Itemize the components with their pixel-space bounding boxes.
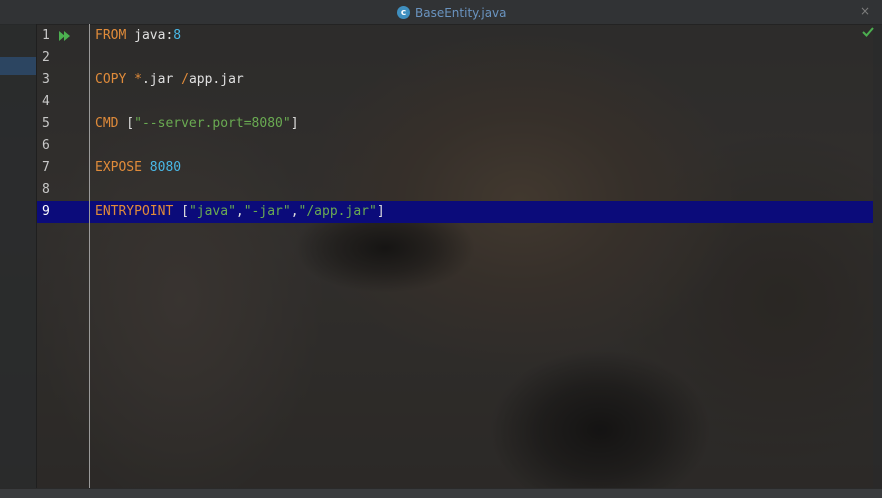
code-token: , [290, 204, 299, 219]
code-token: EXPOSE [95, 160, 142, 175]
line-number: 6 [42, 138, 50, 153]
ide-window: c BaseEntity.java × 1 FROM java:8 2 3 COPY *… [0, 0, 882, 498]
code-line[interactable]: 7 EXPOSE 8080 [37, 157, 873, 179]
code-token: [ [118, 116, 135, 131]
code-text[interactable]: ENTRYPOINT ["java","-jar","/app.jar"] [95, 204, 385, 219]
line-number: 1 [42, 28, 50, 43]
close-icon[interactable]: × [858, 4, 872, 18]
code-text[interactable]: CMD ["--server.port=8080"] [95, 116, 299, 131]
code-line[interactable]: 6 [37, 135, 873, 157]
code-token: java: [126, 28, 174, 43]
code-line[interactable]: 2 [37, 47, 873, 69]
code-token: 8080 [149, 160, 182, 175]
code-token: CMD [95, 116, 119, 131]
code-line[interactable]: 8 [37, 179, 873, 201]
code-line[interactable]: 4 [37, 91, 873, 113]
line-number: 5 [42, 116, 50, 131]
code-token: ] [376, 204, 385, 219]
code-token: .jar [141, 72, 182, 87]
code-token: FROM [95, 28, 127, 43]
tab-baseentity[interactable]: c BaseEntity.java [397, 4, 507, 21]
code-text[interactable]: COPY *.jar /app.jar [95, 72, 244, 87]
code-text[interactable]: FROM java:8 [95, 28, 181, 43]
code-line[interactable]: 1 FROM java:8 [37, 25, 873, 47]
line-number: 4 [42, 94, 50, 109]
code-token: * [134, 72, 142, 87]
code-line[interactable]: 9 ENTRYPOINT ["java","-jar","/app.jar"] [37, 201, 873, 223]
line-number: 7 [42, 160, 50, 175]
code-token: app.jar [188, 72, 244, 87]
code-token: / [181, 72, 189, 87]
project-panel-edge[interactable] [0, 24, 37, 488]
code-token: "--server.port=8080" [134, 116, 291, 131]
tab-title: BaseEntity.java [415, 5, 507, 20]
editor-scrollbar[interactable] [873, 24, 882, 488]
status-bar [0, 488, 882, 498]
code-token: COPY [95, 72, 127, 87]
editor-tab-bar: c BaseEntity.java × [0, 0, 882, 25]
line-number: 8 [42, 182, 50, 197]
code-line[interactable]: 5 CMD ["--server.port=8080"] [37, 113, 873, 135]
code-token: "/app.jar" [298, 204, 377, 219]
line-number: 9 [42, 204, 50, 219]
code-token: "-jar" [243, 204, 291, 219]
code-text[interactable]: EXPOSE 8080 [95, 160, 181, 175]
code-token: [ [173, 204, 189, 219]
code-token: 8 [173, 28, 182, 43]
class-icon: c [397, 6, 410, 19]
code-token: ENTRYPOINT [95, 204, 174, 219]
code-line[interactable]: 3 COPY *.jar /app.jar [37, 69, 873, 91]
project-selected-item[interactable] [0, 57, 36, 75]
run-gutter-icon[interactable] [58, 29, 72, 43]
line-number: 2 [42, 50, 50, 65]
check-icon[interactable] [861, 26, 875, 38]
line-number: 3 [42, 72, 50, 87]
code-token: "java" [188, 204, 236, 219]
code-token: , [235, 204, 244, 219]
gutter-divider [89, 24, 90, 488]
code-token: ] [290, 116, 299, 131]
